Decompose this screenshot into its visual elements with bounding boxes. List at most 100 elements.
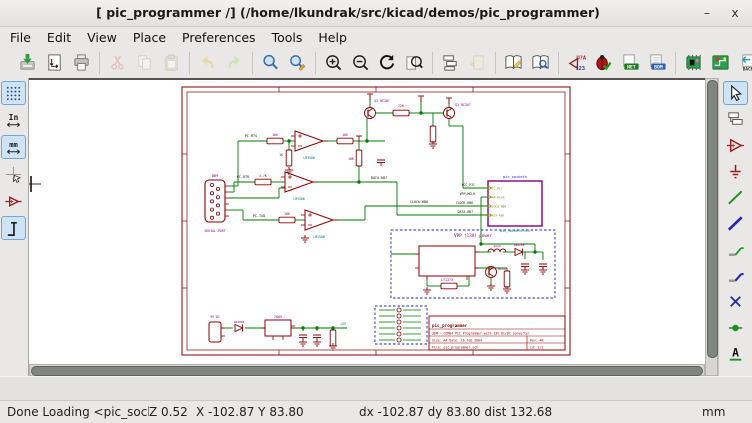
cursor-shape-icon	[4, 165, 23, 184]
toolbar-separator	[189, 52, 190, 74]
menu-tools[interactable]: Tools	[264, 28, 311, 47]
menubar: File Edit View Place Preferences Tools H…	[0, 27, 752, 48]
menu-help[interactable]: Help	[310, 28, 355, 47]
tool-zoom-fit[interactable]	[401, 50, 428, 76]
status-message: Done Loading <pic_socke...	[0, 405, 149, 419]
svg-text:123: 123	[576, 67, 585, 73]
menu-place[interactable]: Place	[125, 28, 174, 47]
tool-leave-sheet	[464, 50, 491, 76]
tool-wire-to-bus[interactable]	[723, 237, 748, 261]
horizontal-scrollbar[interactable]	[29, 364, 705, 376]
tool-annotate[interactable]: U?A123	[563, 50, 590, 76]
minimize-button[interactable]: –	[696, 4, 718, 22]
svg-text:LT1373: LT1373	[441, 278, 453, 282]
tool-library-browser[interactable]	[527, 50, 554, 76]
tool-undo	[194, 50, 221, 76]
tool-erc[interactable]	[590, 50, 617, 76]
tool-units-inch[interactable]: In	[1, 108, 26, 132]
close-button[interactable]: x	[724, 4, 746, 22]
window-title: [ pic_programmer /] (/home/lkundrak/src/…	[0, 5, 696, 20]
tool-cursor[interactable]	[723, 81, 748, 105]
tool-junction[interactable]	[723, 315, 748, 339]
tool-bus-to-bus[interactable]	[723, 263, 748, 287]
tool-cvpcb[interactable]	[680, 50, 707, 76]
svg-text:SERIAL PORT: SERIAL PORT	[204, 229, 225, 233]
svg-text:VCC_PIC: VCC_PIC	[461, 183, 475, 187]
tool-zoom-out[interactable]	[347, 50, 374, 76]
tool-place-label[interactable]: A	[723, 341, 748, 365]
svg-text:+5V: +5V	[340, 322, 346, 326]
wire-to-bus-icon	[726, 240, 745, 259]
tool-redo	[221, 50, 248, 76]
svg-text:CLOCK-RB6: CLOCK-RB6	[490, 205, 506, 209]
back-annotate-icon: BACK	[738, 53, 752, 72]
svg-text:Rev: 4B: Rev: 4B	[530, 339, 544, 343]
menu-preferences[interactable]: Preferences	[174, 28, 264, 47]
tool-hidden-pins[interactable]	[1, 189, 26, 213]
tool-print[interactable]	[68, 50, 95, 76]
main-area: In mm pic_programmerJDM - COM84 PIC Progr…	[0, 78, 752, 376]
svg-text:PC-RTS: PC-RTS	[245, 134, 257, 138]
svg-text:10K: 10K	[272, 133, 278, 137]
svg-text:10K: 10K	[348, 157, 354, 161]
tool-place-wire[interactable]	[723, 185, 748, 209]
svg-text:LM358N: LM358N	[303, 156, 314, 160]
status-delta: dx -102.87 dy 83.80 dist 132.68	[359, 405, 612, 419]
svg-text:1K: 1K	[279, 153, 283, 157]
tool-page-settings[interactable]	[41, 50, 68, 76]
toolbar-separator	[432, 52, 433, 74]
svg-text:CLOCK-RB6: CLOCK-RB6	[456, 201, 473, 205]
schematic-drawing: pic_programmerJDM - COM84 PIC Programmer…	[29, 80, 705, 364]
netlist-icon: NET	[621, 53, 640, 72]
annotate-icon: U?A123	[567, 53, 586, 72]
svg-text:VPP-MCLR: VPP-MCLR	[460, 192, 475, 196]
zoom-fit-icon	[405, 53, 424, 72]
tool-zoom-in[interactable]	[320, 50, 347, 76]
tool-hierarchy-navigator[interactable]	[437, 50, 464, 76]
tool-cursor-shape[interactable]	[1, 162, 26, 186]
copy-icon	[135, 53, 154, 72]
zoom-in-icon	[324, 53, 343, 72]
svg-text:PC-DTR: PC-DTR	[237, 175, 250, 179]
tool-grid[interactable]	[1, 81, 26, 105]
tool-pcbnew[interactable]	[707, 50, 734, 76]
toolbar-left: In mm	[0, 78, 29, 376]
horizontal-scroll-thumb[interactable]	[31, 366, 703, 376]
vertical-scrollbar[interactable]	[705, 78, 718, 376]
tool-save[interactable]	[14, 50, 41, 76]
tool-find[interactable]	[257, 50, 284, 76]
tool-hierarchy-sheet[interactable]	[723, 107, 748, 131]
tool-bom[interactable]: BOM	[644, 50, 671, 76]
menu-edit[interactable]: Edit	[39, 28, 79, 47]
svg-text:JDM - COM84 PIC Programmer wit: JDM - COM84 PIC Programmer with 13V DC/D…	[432, 332, 530, 336]
tool-place-component[interactable]	[723, 133, 748, 157]
junction-icon	[726, 318, 745, 337]
tool-cut	[104, 50, 131, 76]
tool-netlist[interactable]: NET	[617, 50, 644, 76]
tool-place-bus[interactable]	[723, 211, 748, 235]
toolbar-right: A	[718, 78, 752, 376]
hierarchy-sheet-icon	[726, 110, 745, 129]
find-replace-icon	[288, 53, 307, 72]
tool-find-replace[interactable]	[284, 50, 311, 76]
tool-back-annotate[interactable]: BACK	[734, 50, 752, 76]
statusbar: Done Loading <pic_socke... Z 0.52 X -102…	[0, 400, 752, 423]
save-icon	[18, 53, 37, 72]
undo-icon	[198, 53, 217, 72]
vertical-scroll-thumb[interactable]	[707, 80, 718, 358]
tool-no-connect[interactable]	[723, 289, 748, 313]
svg-text:1N4004: 1N4004	[234, 320, 245, 324]
place-bus-icon	[726, 214, 745, 233]
tool-units-mm[interactable]: mm	[1, 135, 26, 159]
menu-file[interactable]: File	[2, 28, 39, 47]
tool-place-power[interactable]	[723, 159, 748, 183]
redo-icon	[225, 53, 244, 72]
toolbar-separator	[495, 52, 496, 74]
schematic-canvas[interactable]: pic_programmerJDM - COM84 PIC Programmer…	[29, 78, 705, 364]
tool-zoom-redraw[interactable]	[374, 50, 401, 76]
status-position: X -102.87 Y 83.80	[196, 405, 359, 419]
tool-library-editor[interactable]	[500, 50, 527, 76]
svg-text:Q2 BC307: Q2 BC307	[374, 99, 389, 103]
menu-view[interactable]: View	[79, 28, 125, 47]
tool-hv-orientation[interactable]	[1, 216, 26, 240]
